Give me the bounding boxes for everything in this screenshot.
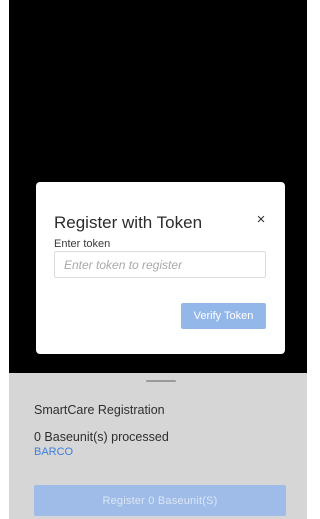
sheet-drag-handle[interactable] [146,380,176,382]
bottom-sheet: SmartCare Registration 0 Baseunit(s) pro… [9,373,307,519]
close-icon: × [256,210,266,228]
screen-edge [0,0,9,519]
dialog-title: Register with Token [54,213,203,232]
register-baseunits-button[interactable]: Register 0 Baseunit(S) [34,485,286,516]
sheet-title: SmartCare Registration [34,403,165,417]
close-button[interactable]: × [252,210,270,228]
token-label: Enter token [54,238,111,250]
verify-token-button[interactable]: Verify Token [181,303,266,329]
token-input[interactable] [54,251,266,278]
brand-link[interactable]: BARCO [34,446,73,458]
processed-count: 0 Baseunit(s) processed [34,430,169,444]
register-token-dialog: Register with Token × Enter token Verify… [36,182,285,354]
